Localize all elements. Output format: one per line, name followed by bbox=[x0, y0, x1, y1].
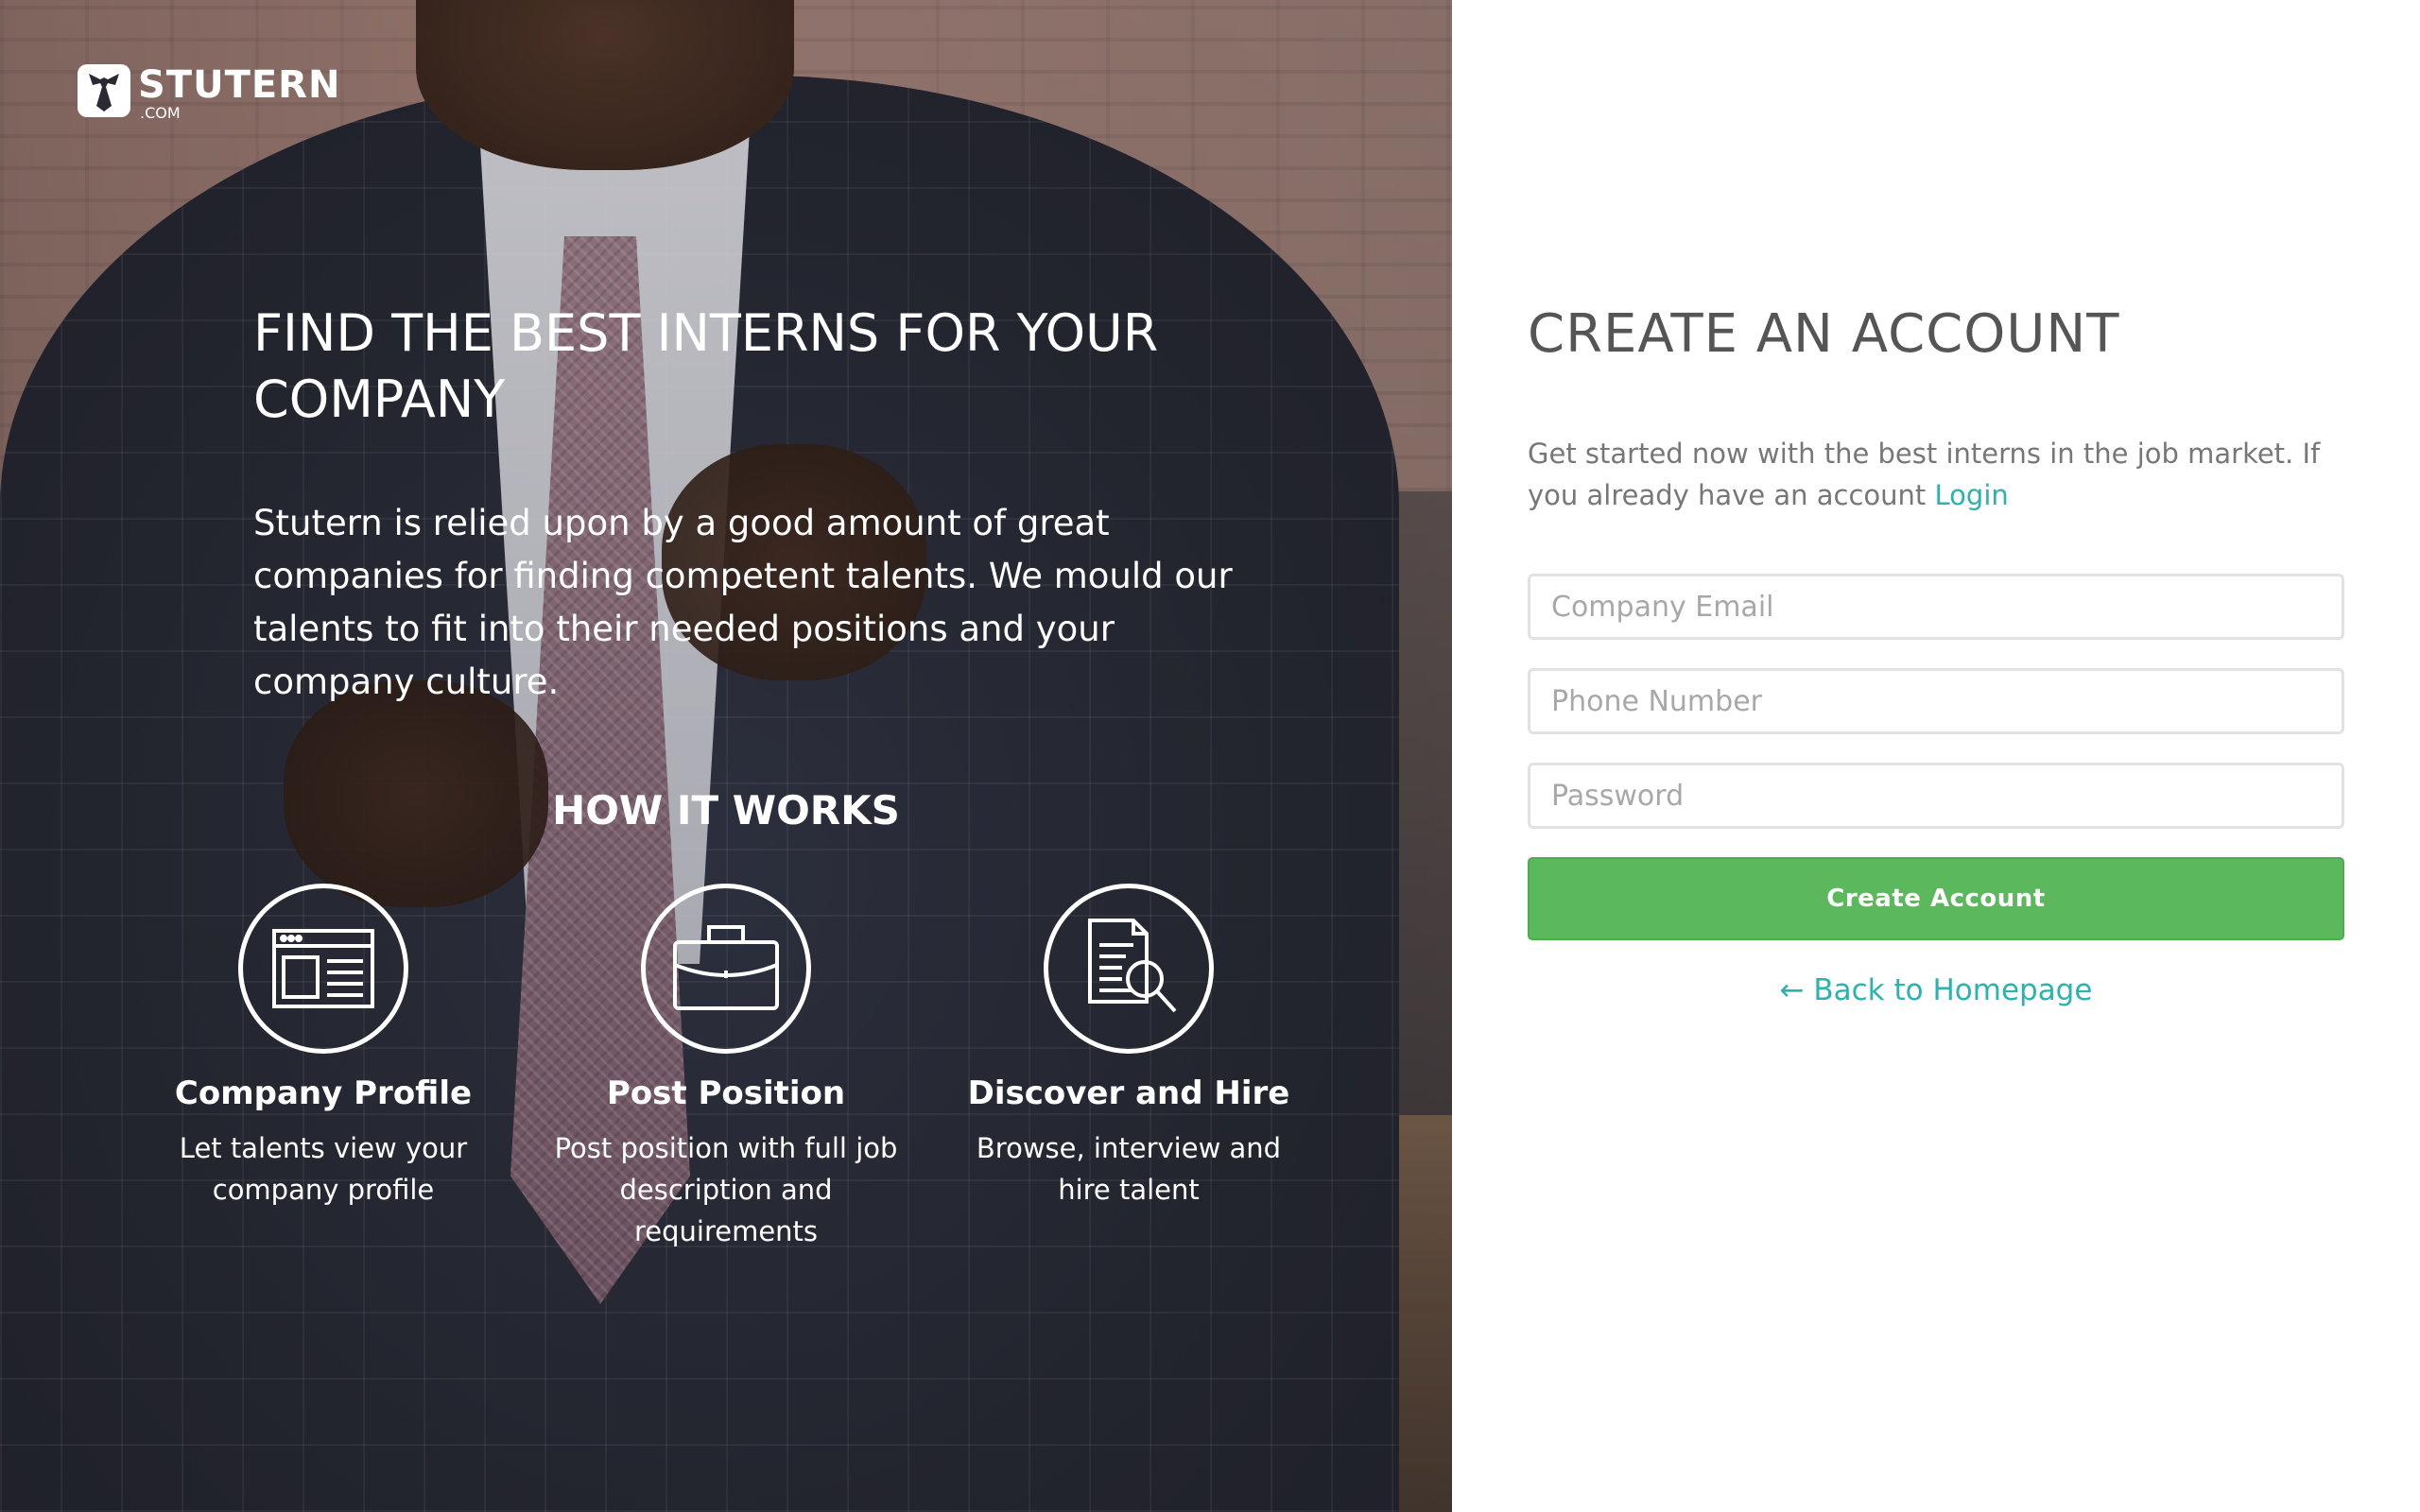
form-title: CREATE AN ACCOUNT bbox=[1528, 303, 2120, 365]
login-link[interactable]: Login bbox=[1935, 479, 2009, 511]
password-field[interactable] bbox=[1528, 763, 2344, 829]
brand-suffix: .COM bbox=[140, 104, 181, 122]
signup-panel: CREATE AN ACCOUNT Get started now with t… bbox=[1452, 0, 2420, 1512]
tie-logo-icon bbox=[78, 64, 130, 117]
step-title: Company Profile bbox=[174, 1074, 473, 1112]
hero-title: FIND THE BEST INTERNS FOR YOUR COMPANY bbox=[253, 303, 1159, 429]
step-description: Browse, interview and hire talent bbox=[976, 1132, 1282, 1206]
step-discover-hire: Discover and Hire Browse, interview and … bbox=[930, 884, 1327, 1211]
create-account-button[interactable]: Create Account bbox=[1528, 857, 2344, 940]
hero-description: Stutern is relied upon by a good amount … bbox=[253, 503, 1233, 702]
document-search-icon bbox=[1044, 884, 1214, 1054]
form-description-text: Get started now with the best interns in… bbox=[1528, 438, 2321, 511]
step-title: Post Position bbox=[606, 1074, 846, 1112]
company-email-field[interactable] bbox=[1528, 574, 2344, 640]
brand-name: STUTERN bbox=[138, 63, 341, 107]
brand-logo[interactable]: STUTERN .COM bbox=[78, 64, 340, 121]
how-it-works-title: HOW IT WORKS bbox=[552, 787, 900, 833]
step-post-position: Post Position Post position with full jo… bbox=[527, 884, 925, 1252]
phone-number-field[interactable] bbox=[1528, 668, 2344, 734]
step-company-profile: Company Profile Let talents view your co… bbox=[125, 884, 522, 1211]
back-to-homepage-link[interactable]: ← Back to Homepage bbox=[1528, 968, 2344, 1013]
step-title: Discover and Hire bbox=[967, 1074, 1290, 1112]
form-description: Get started now with the best interns in… bbox=[1528, 433, 2360, 516]
step-description: Post position with full job description … bbox=[554, 1132, 898, 1247]
hero-panel: STUTERN .COM FIND THE BEST INTERNS FOR Y… bbox=[0, 0, 1452, 1512]
browser-window-icon bbox=[238, 884, 408, 1054]
step-description: Let talents view your company profile bbox=[179, 1132, 468, 1206]
briefcase-icon bbox=[641, 884, 811, 1054]
